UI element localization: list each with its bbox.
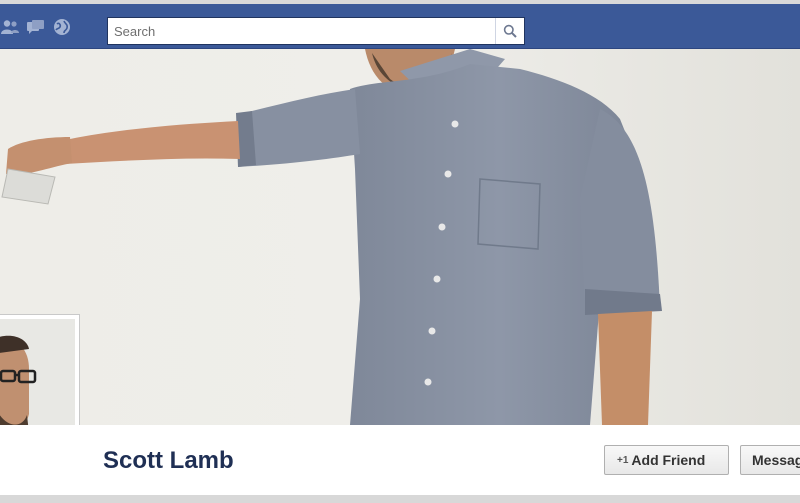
add-friend-button[interactable]: +1 Add Friend xyxy=(604,445,729,475)
profile-header-bar: Scott Lamb +1 Add Friend Message xyxy=(0,425,800,495)
search-icon xyxy=(503,24,517,38)
messages-icon[interactable] xyxy=(26,17,46,37)
add-friend-icon: +1 xyxy=(617,454,629,466)
profile-name[interactable]: Scott Lamb xyxy=(103,447,234,475)
notifications-globe-icon[interactable] xyxy=(52,17,72,37)
search-input[interactable] xyxy=(108,18,496,44)
cover-photo[interactable] xyxy=(0,49,800,425)
page-divider xyxy=(0,495,800,503)
add-friend-label: Add Friend xyxy=(631,452,706,468)
message-label: Message xyxy=(752,452,800,468)
message-button[interactable]: Message xyxy=(740,445,800,475)
top-navigation-bar xyxy=(0,4,800,49)
cover-photo-illustration xyxy=(0,49,800,425)
search-box xyxy=(107,17,525,45)
search-button[interactable] xyxy=(495,18,524,44)
notification-jewels xyxy=(0,16,72,38)
friend-requests-icon[interactable] xyxy=(0,17,20,37)
